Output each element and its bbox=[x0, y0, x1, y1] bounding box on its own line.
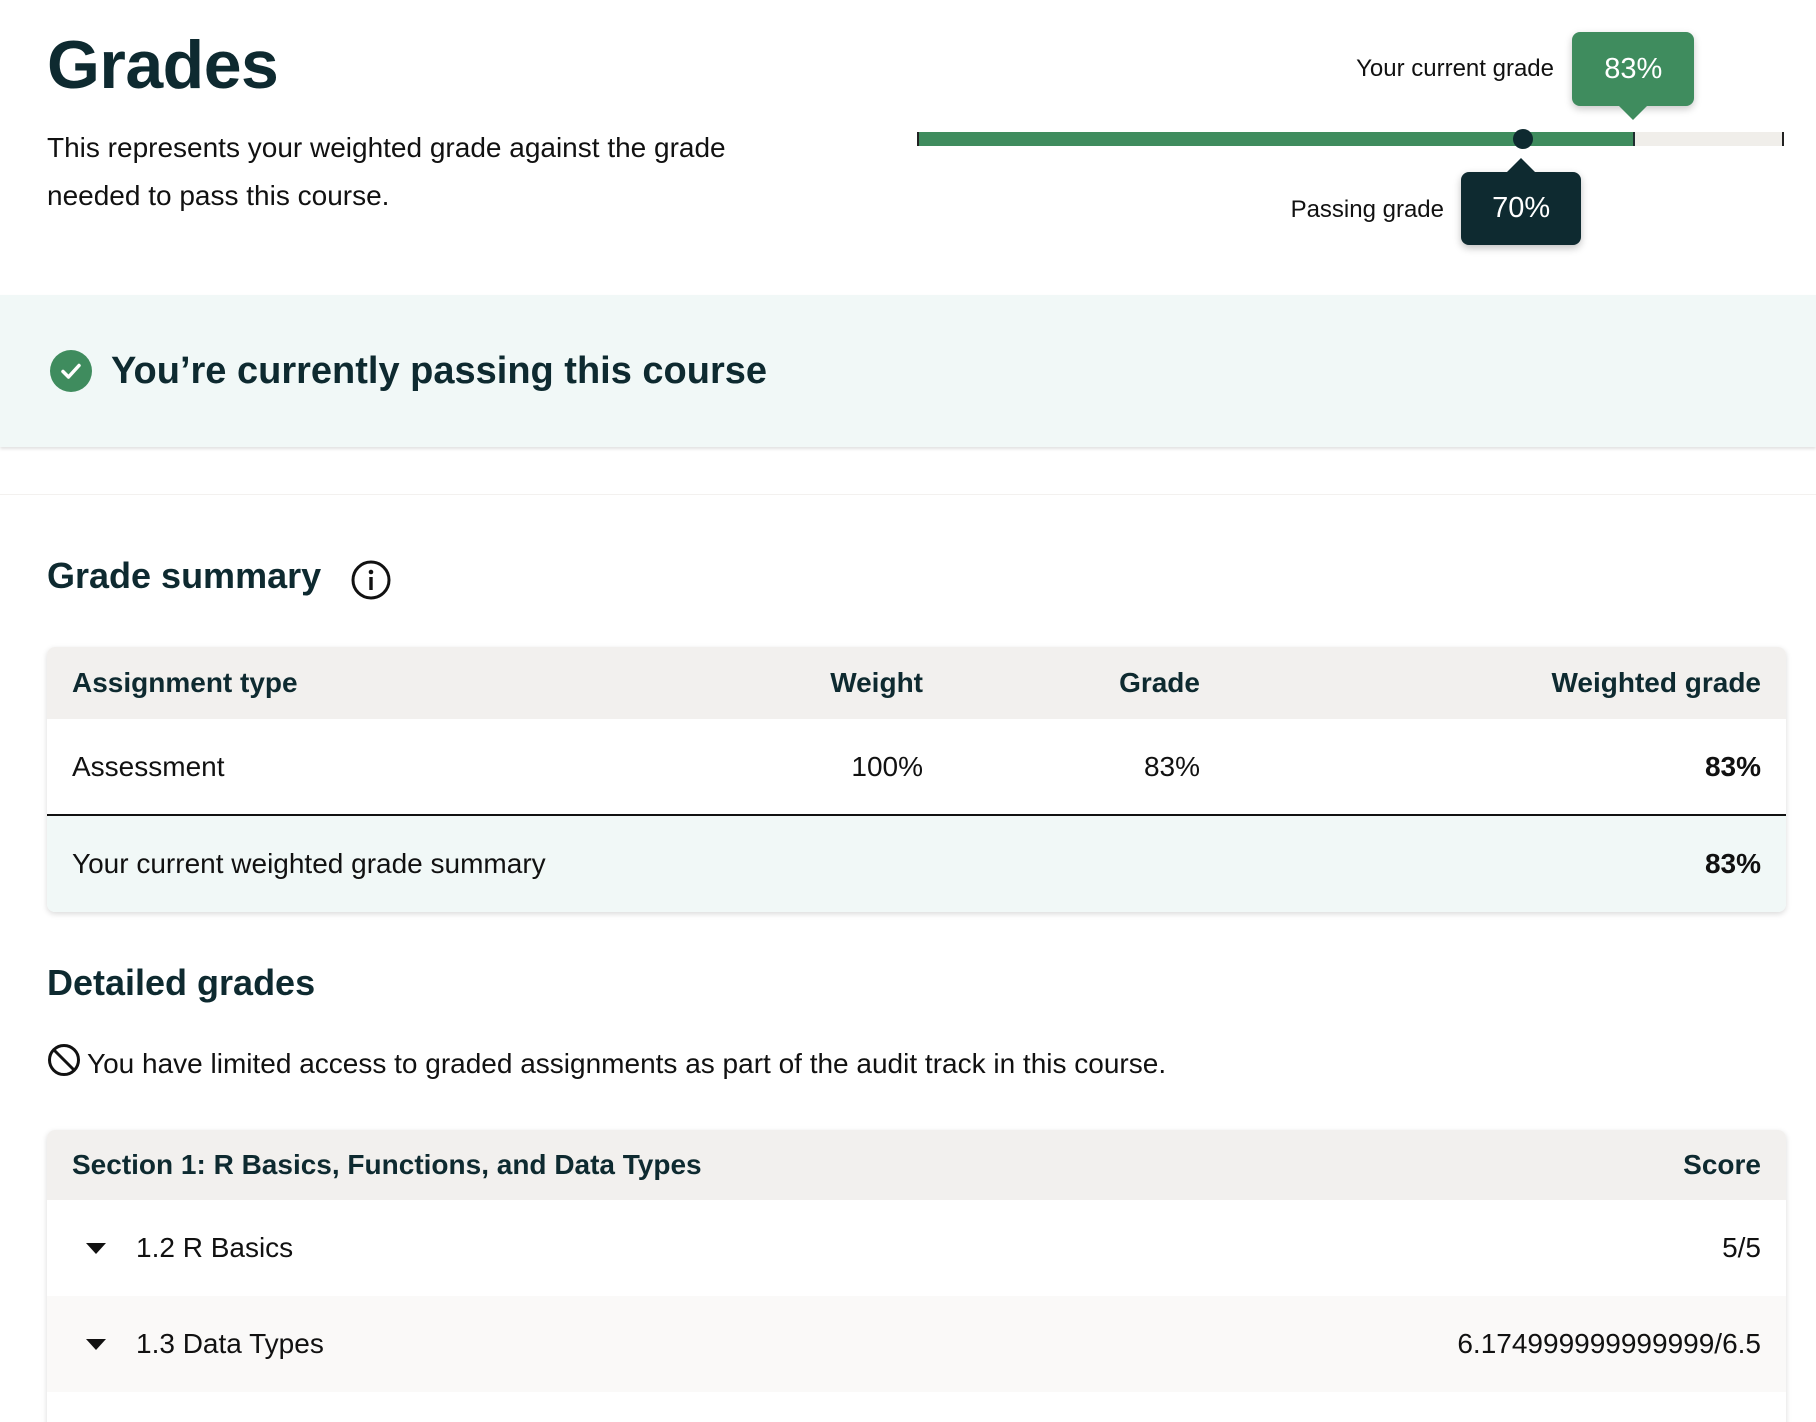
detailed-grades-table: Section 1: R Basics, Functions, and Data… bbox=[47, 1130, 1786, 1422]
assignment-type-cell: Assessment bbox=[72, 750, 225, 782]
current-grade-badge: 83% bbox=[1572, 32, 1695, 106]
grade-cell: 83% bbox=[1143, 750, 1200, 782]
column-header-weight: Weight bbox=[830, 667, 923, 698]
passing-grade-label: Passing grade bbox=[1290, 196, 1444, 223]
passing-grade-badge: 70% bbox=[1461, 172, 1582, 245]
summary-footer-label: Your current weighted grade summary bbox=[72, 848, 546, 879]
caret-down-icon[interactable] bbox=[86, 1338, 106, 1350]
table-row: Assessment 100% 83% 83% bbox=[47, 719, 1786, 816]
subsection-score: 5/5 bbox=[1722, 1232, 1761, 1263]
column-header-weighted-grade: Weighted grade bbox=[1551, 667, 1761, 698]
caret-down-icon[interactable] bbox=[86, 1242, 106, 1254]
block-icon bbox=[47, 1043, 81, 1077]
summary-header-row: Assignment type Weight Grade Weighted gr… bbox=[47, 647, 1786, 719]
weight-cell: 100% bbox=[851, 750, 923, 782]
passing-status-text: You’re currently passing this course bbox=[111, 349, 768, 392]
detailed-grades-title: Detailed grades bbox=[47, 962, 316, 1003]
weighted-grade-cell: 83% bbox=[1704, 750, 1761, 782]
grades-page: Grades This represents your weighted gra… bbox=[0, 0, 1816, 1422]
page-title: Grades bbox=[47, 27, 279, 103]
column-header-grade: Grade bbox=[1119, 667, 1200, 698]
audit-note-text: You have limited access to graded assign… bbox=[87, 1048, 1167, 1079]
section-title: Section 1: R Basics, Functions, and Data… bbox=[72, 1149, 702, 1180]
summary-footer-row: Your current weighted grade summary 83% bbox=[47, 816, 1786, 912]
audit-access-note: You have limited access to graded assign… bbox=[47, 1044, 1167, 1080]
score-header: Score bbox=[1683, 1149, 1761, 1180]
page-description: This represents your weighted grade agai… bbox=[47, 132, 726, 211]
grade-progress-bar bbox=[917, 129, 1784, 149]
summary-footer-value: 83% bbox=[1704, 848, 1761, 879]
info-icon[interactable] bbox=[350, 559, 392, 601]
subsection-label: 1.2 R Basics bbox=[136, 1232, 294, 1263]
subsection-score: 6.174999999999999/6.5 bbox=[1457, 1328, 1761, 1359]
grade-summary-table: Assignment type Weight Grade Weighted gr… bbox=[47, 647, 1786, 912]
grade-summary-title: Grade summary bbox=[47, 555, 322, 596]
subsection-label: 1.3 Data Types bbox=[136, 1328, 324, 1359]
check-circle-icon bbox=[50, 350, 92, 392]
passing-grade-marker bbox=[1513, 129, 1534, 149]
list-item[interactable]: 1.2 R Basics 5/5 bbox=[47, 1200, 1786, 1296]
passing-status-banner: You’re currently passing this course bbox=[0, 295, 1816, 447]
list-item[interactable]: 1.3 Data Types 6.174999999999999/6.5 bbox=[47, 1296, 1786, 1392]
section-header-row: Section 1: R Basics, Functions, and Data… bbox=[47, 1130, 1786, 1200]
current-grade-label: Your current grade bbox=[1356, 55, 1554, 82]
column-header-assignment-type: Assignment type bbox=[72, 667, 298, 698]
